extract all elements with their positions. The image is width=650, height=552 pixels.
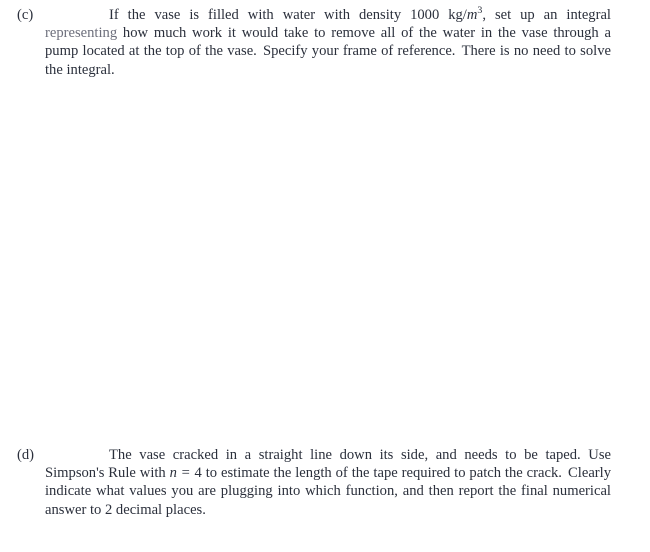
part-c-label: (c) [17, 7, 34, 23]
part-c-text-before-math: If the vase is filled with water with de… [109, 7, 467, 23]
answer-work-space[interactable] [45, 96, 611, 444]
part-d-label: (d) [17, 447, 35, 463]
simpsons-rule-n-math: n = 4 [170, 465, 202, 481]
part-d-text-after-math: to estimate the length of the tape requi… [205, 465, 562, 482]
part-d-text: The vase cracked in a straight line down… [0, 446, 650, 519]
part-c-text-second-sentence: Specify your frame of reference. [262, 43, 456, 60]
math-relation-equals: = [181, 465, 190, 482]
density-units-math: m3 [466, 6, 483, 23]
document-page: (c) If the vase is filled with water wit… [0, 0, 650, 552]
math-variable-n: n [169, 465, 177, 482]
faded-scan-word: representing [45, 25, 118, 42]
math-variable-m: m [466, 7, 478, 23]
math-value-4: 4 [194, 465, 202, 482]
problem-part-d: (d) The vase cracked in a straight line … [0, 446, 650, 519]
problem-part-c: (c) If the vase is filled with water wit… [0, 6, 650, 79]
part-c-text: If the vase is filled with water with de… [0, 6, 650, 79]
